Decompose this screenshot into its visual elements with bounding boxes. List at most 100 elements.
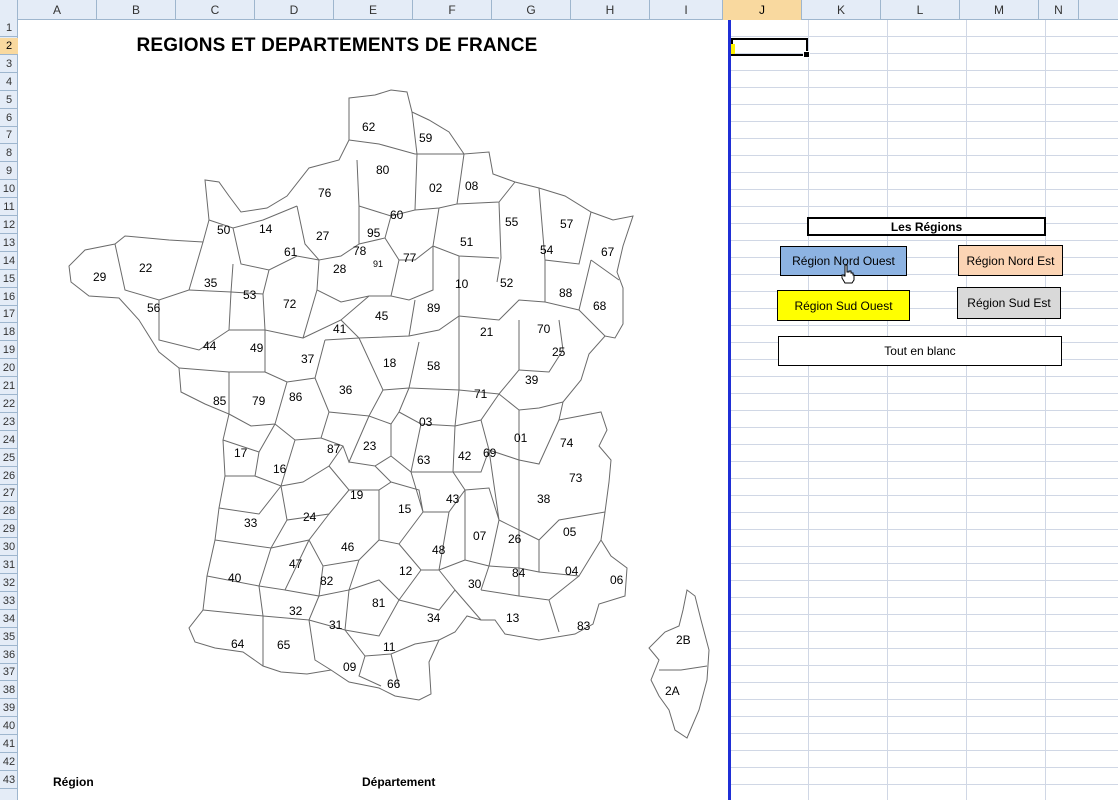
row-header-8[interactable]: 8 bbox=[0, 145, 18, 163]
department-50: 50 bbox=[217, 223, 231, 237]
row-header-39[interactable]: 39 bbox=[0, 700, 18, 718]
page-break-line bbox=[728, 20, 731, 800]
department-2a: 2A bbox=[665, 684, 680, 698]
department-12: 12 bbox=[399, 564, 413, 578]
column-header-d[interactable]: D bbox=[255, 0, 334, 20]
department-58: 58 bbox=[427, 359, 441, 373]
row-header-7[interactable]: 7 bbox=[0, 127, 18, 145]
department-67: 67 bbox=[601, 245, 615, 259]
row-header-25[interactable]: 25 bbox=[0, 450, 18, 467]
department-84: 84 bbox=[512, 566, 526, 580]
row-header-16[interactable]: 16 bbox=[0, 289, 18, 306]
region-label: Région bbox=[53, 775, 94, 789]
column-header-e[interactable]: E bbox=[334, 0, 413, 20]
department-22: 22 bbox=[139, 261, 153, 275]
department-29: 29 bbox=[93, 270, 107, 284]
column-header-l[interactable]: L bbox=[881, 0, 960, 20]
row-header-20[interactable]: 20 bbox=[0, 360, 18, 378]
row-header-12[interactable]: 12 bbox=[0, 217, 18, 234]
department-48: 48 bbox=[432, 543, 446, 557]
row-header-37[interactable]: 37 bbox=[0, 664, 18, 682]
column-header-c[interactable]: C bbox=[176, 0, 255, 20]
row-header-10[interactable]: 10 bbox=[0, 181, 18, 199]
row-header-4[interactable]: 4 bbox=[0, 74, 18, 91]
department-53: 53 bbox=[243, 288, 257, 302]
department-91: 91 bbox=[373, 259, 384, 269]
region-nord-est-button[interactable]: Région Nord Est bbox=[958, 245, 1063, 276]
row-header-19[interactable]: 19 bbox=[0, 342, 18, 360]
row-header-6[interactable]: 6 bbox=[0, 110, 18, 127]
row-header-34[interactable]: 34 bbox=[0, 611, 18, 628]
row-header-33[interactable]: 33 bbox=[0, 593, 18, 610]
department-60: 60 bbox=[390, 208, 404, 222]
row-header-2[interactable]: 2 bbox=[0, 37, 18, 55]
row-header-36[interactable]: 36 bbox=[0, 647, 18, 664]
row-header-21[interactable]: 21 bbox=[0, 378, 18, 395]
row-header-28[interactable]: 28 bbox=[0, 503, 18, 521]
department-04: 04 bbox=[565, 564, 579, 578]
row-header-17[interactable]: 17 bbox=[0, 306, 18, 324]
department-89: 89 bbox=[427, 301, 441, 315]
row-header-22[interactable]: 22 bbox=[0, 396, 18, 413]
department-80: 80 bbox=[376, 163, 390, 177]
corsica-outline bbox=[648, 589, 710, 739]
row-header-13[interactable]: 13 bbox=[0, 235, 18, 252]
row-header-30[interactable]: 30 bbox=[0, 539, 18, 557]
column-header-g[interactable]: G bbox=[492, 0, 571, 20]
region-sud-est-button[interactable]: Région Sud Est bbox=[957, 287, 1061, 319]
department-42: 42 bbox=[458, 449, 472, 463]
column-header-m[interactable]: M bbox=[960, 0, 1039, 20]
row-header-40[interactable]: 40 bbox=[0, 718, 18, 736]
row-header-32[interactable]: 32 bbox=[0, 575, 18, 592]
department-55: 55 bbox=[505, 215, 519, 229]
department-15: 15 bbox=[398, 502, 412, 516]
department-02: 02 bbox=[429, 181, 443, 195]
row-header-38[interactable]: 38 bbox=[0, 682, 18, 700]
column-header-k[interactable]: K bbox=[802, 0, 881, 20]
row-header-15[interactable]: 15 bbox=[0, 271, 18, 288]
department-70: 70 bbox=[537, 322, 551, 336]
row-header-18[interactable]: 18 bbox=[0, 324, 18, 342]
department-23: 23 bbox=[363, 439, 377, 453]
row-header-24[interactable]: 24 bbox=[0, 432, 18, 449]
column-header-b[interactable]: B bbox=[97, 0, 176, 20]
department-72: 72 bbox=[283, 297, 297, 311]
row-header-11[interactable]: 11 bbox=[0, 199, 18, 216]
department-81: 81 bbox=[372, 596, 386, 610]
department-28: 28 bbox=[333, 262, 347, 276]
row-header-31[interactable]: 31 bbox=[0, 557, 18, 574]
active-cell-j2[interactable] bbox=[731, 38, 810, 58]
region-sud-ouest-button[interactable]: Région Sud Ouest bbox=[777, 290, 910, 321]
row-header-27[interactable]: 27 bbox=[0, 485, 18, 503]
department-30: 30 bbox=[468, 577, 482, 591]
department-46: 46 bbox=[341, 540, 355, 554]
row-header-1[interactable]: 1 bbox=[0, 20, 18, 37]
column-header-h[interactable]: H bbox=[571, 0, 650, 20]
fill-handle[interactable] bbox=[803, 51, 810, 58]
department-65: 65 bbox=[277, 638, 291, 652]
row-header-23[interactable]: 23 bbox=[0, 414, 18, 431]
row-header-41[interactable]: 41 bbox=[0, 736, 18, 753]
row-header-5[interactable]: 5 bbox=[0, 92, 18, 109]
region-sud-ouest-label: Région Sud Ouest bbox=[794, 298, 893, 313]
row-header-14[interactable]: 14 bbox=[0, 253, 18, 270]
department-21: 21 bbox=[480, 325, 494, 339]
row-header-35[interactable]: 35 bbox=[0, 629, 18, 646]
department-56: 56 bbox=[147, 301, 161, 315]
row-header-29[interactable]: 29 bbox=[0, 521, 18, 539]
cell-grid[interactable] bbox=[730, 20, 1118, 800]
column-header-n[interactable]: N bbox=[1039, 0, 1079, 20]
department-03: 03 bbox=[419, 415, 433, 429]
row-header-3[interactable]: 3 bbox=[0, 56, 18, 73]
row-header-43[interactable]: 43 bbox=[0, 772, 18, 789]
select-all-corner[interactable] bbox=[0, 0, 18, 20]
tout-en-blanc-button[interactable]: Tout en blanc bbox=[778, 336, 1062, 366]
column-header-f[interactable]: F bbox=[413, 0, 492, 20]
column-header-i[interactable]: I bbox=[650, 0, 723, 20]
department-34: 34 bbox=[427, 611, 441, 625]
row-header-9[interactable]: 9 bbox=[0, 163, 18, 181]
row-header-26[interactable]: 26 bbox=[0, 468, 18, 485]
row-header-42[interactable]: 42 bbox=[0, 754, 18, 771]
column-header-j[interactable]: J bbox=[723, 0, 802, 20]
column-header-a[interactable]: A bbox=[18, 0, 97, 20]
